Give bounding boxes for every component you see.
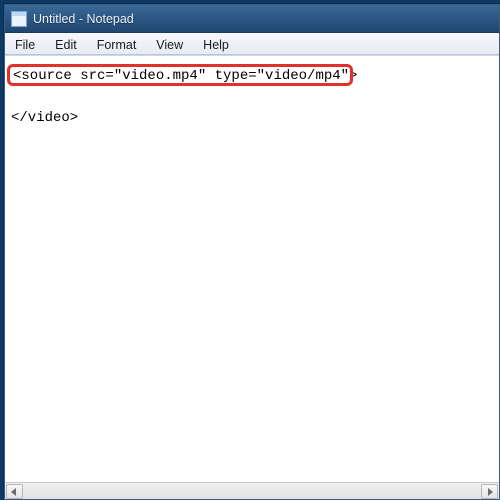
menu-format[interactable]: Format — [87, 33, 147, 54]
editor-area[interactable]: <video width="1280" height="720"> <sourc… — [5, 55, 499, 482]
menu-view[interactable]: View — [146, 33, 193, 54]
scroll-left-arrow-icon[interactable] — [6, 484, 23, 499]
menu-edit[interactable]: Edit — [45, 33, 87, 54]
notepad-window: Untitled - Notepad File Edit Format View… — [4, 4, 500, 500]
titlebar[interactable]: Untitled - Notepad — [5, 5, 499, 33]
horizontal-scrollbar[interactable] — [5, 482, 499, 499]
scroll-track[interactable] — [24, 484, 480, 499]
text-content[interactable]: <video width="1280" height="720"> <sourc… — [5, 56, 499, 482]
notepad-icon — [11, 11, 27, 27]
editor-line-2: <source src="video.mp4" type="video/mp4"… — [13, 68, 357, 84]
scroll-right-arrow-icon[interactable] — [481, 484, 498, 499]
window-title: Untitled - Notepad — [33, 12, 134, 26]
menu-help[interactable]: Help — [193, 33, 239, 54]
editor-line-4: </video> — [11, 110, 78, 126]
editor-line-1-partial: <video width="1280" height="720"> — [11, 56, 351, 65]
menu-file[interactable]: File — [5, 33, 45, 54]
menubar: File Edit Format View Help — [5, 33, 499, 55]
